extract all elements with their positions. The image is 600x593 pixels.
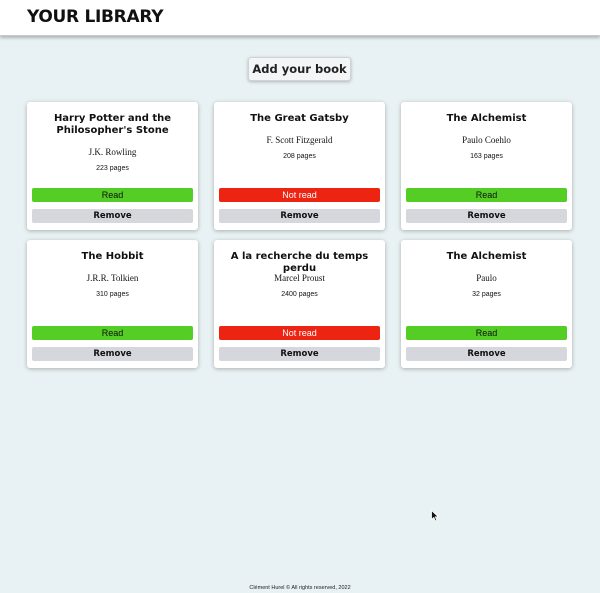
book-pages: 223 pages [96,165,129,172]
book-card: A la recherche du temps perdu Marcel Pro… [214,240,385,368]
book-title: The Hobbit [81,251,144,262]
remove-button[interactable]: Remove [219,209,380,223]
read-status-button[interactable]: Read [406,326,567,340]
book-card: The Great Gatsby F. Scott Fitzgerald 208… [214,102,385,230]
remove-button[interactable]: Remove [406,209,567,223]
book-card: The Alchemist Paulo Coehlo 163 pages Rea… [401,102,572,230]
remove-button[interactable]: Remove [406,347,567,361]
book-author: J.R.R. Tolkien [86,273,139,283]
book-author: F. Scott Fitzgerald [266,135,333,145]
book-title: Harry Potter and the Philosopher's Stone [53,113,172,136]
book-card: Harry Potter and the Philosopher's Stone… [27,102,198,230]
book-card: The Hobbit J.R.R. Tolkien 310 pages Read… [27,240,198,368]
read-status-button[interactable]: Not read [219,326,380,340]
remove-button[interactable]: Remove [219,347,380,361]
read-status-button[interactable]: Read [32,188,193,202]
book-grid: Harry Potter and the Philosopher's Stone… [27,102,573,368]
book-title: The Alchemist [446,251,527,262]
remove-button[interactable]: Remove [32,209,193,223]
book-pages: 32 pages [472,291,501,298]
book-author: Paulo Coehlo [462,135,511,145]
app-header: YOUR LIBRARY [0,0,600,36]
book-author: Paulo [476,273,497,283]
book-card: The Alchemist Paulo 32 pages Read Remove [401,240,572,368]
book-author: J.K. Rowling [88,147,137,157]
footer-copyright: Clément Hurel © All rights reserved, 202… [249,585,351,591]
book-title: The Alchemist [446,113,527,124]
read-status-button[interactable]: Read [406,188,567,202]
read-status-button[interactable]: Read [32,326,193,340]
book-pages: 310 pages [96,291,129,298]
remove-button[interactable]: Remove [32,347,193,361]
add-book-button[interactable]: Add your book [248,57,351,81]
mouse-cursor-icon [431,510,440,522]
page-title: YOUR LIBRARY [27,7,164,27]
read-status-button[interactable]: Not read [219,188,380,202]
book-pages: 208 pages [283,153,316,160]
book-pages: 2400 pages [281,291,318,298]
book-author: Marcel Proust [274,273,325,283]
book-title: The Great Gatsby [250,113,349,124]
book-title: A la recherche du temps perdu [230,251,369,274]
book-pages: 163 pages [470,153,503,160]
